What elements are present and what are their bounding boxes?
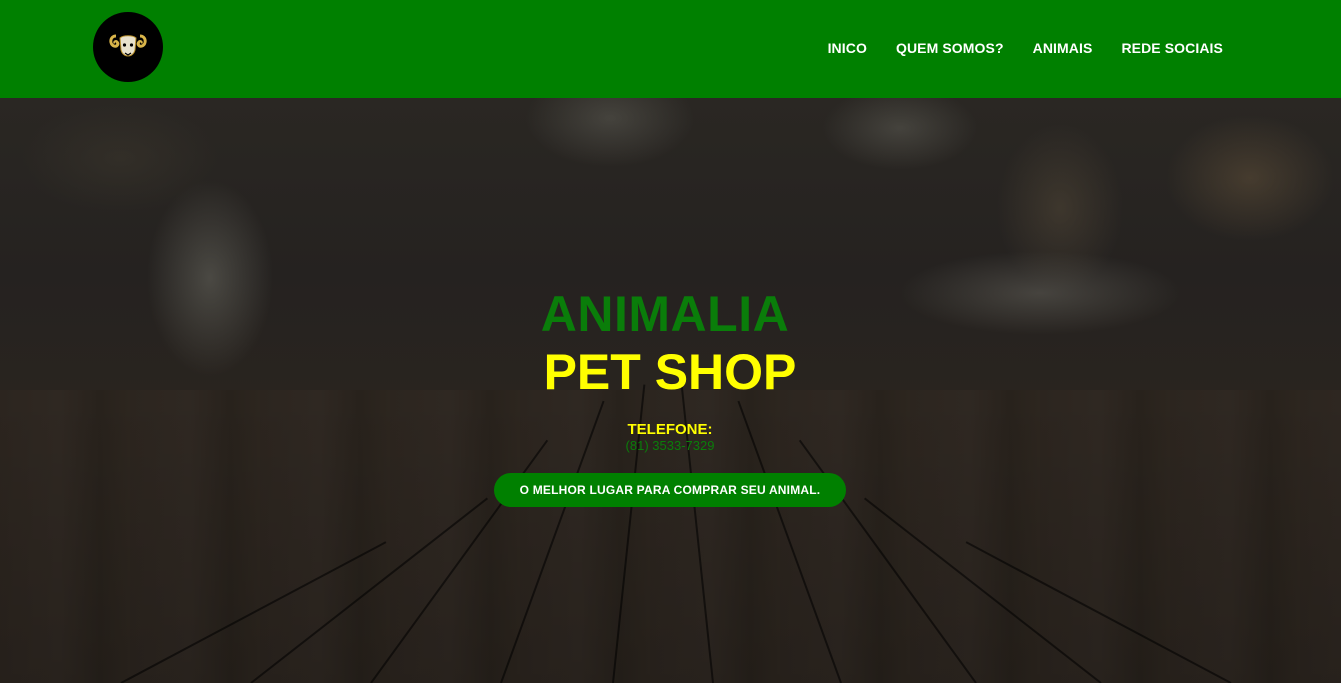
phone-label: TELEFONE: xyxy=(627,421,713,438)
ram-head-icon xyxy=(109,34,147,57)
phone-number[interactable]: (81) 3533-7329 xyxy=(570,438,770,453)
main-nav: INICO QUEM SOMOS? ANIMAIS REDE SOCIAIS xyxy=(828,40,1223,56)
nav-link-rede-sociais[interactable]: REDE SOCIAIS xyxy=(1121,40,1223,56)
site-header: INICO QUEM SOMOS? ANIMAIS REDE SOCIAIS xyxy=(0,0,1341,98)
nav-link-quem-somos[interactable]: QUEM SOMOS? xyxy=(896,40,1004,56)
hero-title-animalia: ANIMALIA xyxy=(540,286,790,342)
hero-content: ANIMALIA PET SHOP TELEFONE: (81) 3533-73… xyxy=(0,98,1341,683)
nav-link-inico[interactable]: INICO xyxy=(828,40,867,56)
nav-link-animais[interactable]: ANIMAIS xyxy=(1033,40,1093,56)
logo[interactable] xyxy=(93,12,163,82)
hero-section: ANIMALIA PET SHOP TELEFONE: (81) 3533-73… xyxy=(0,98,1341,683)
cta-button[interactable]: O MELHOR LUGAR PARA COMPRAR SEU ANIMAL. xyxy=(494,473,846,507)
hero-title-pet-shop: PET SHOP xyxy=(543,344,797,400)
